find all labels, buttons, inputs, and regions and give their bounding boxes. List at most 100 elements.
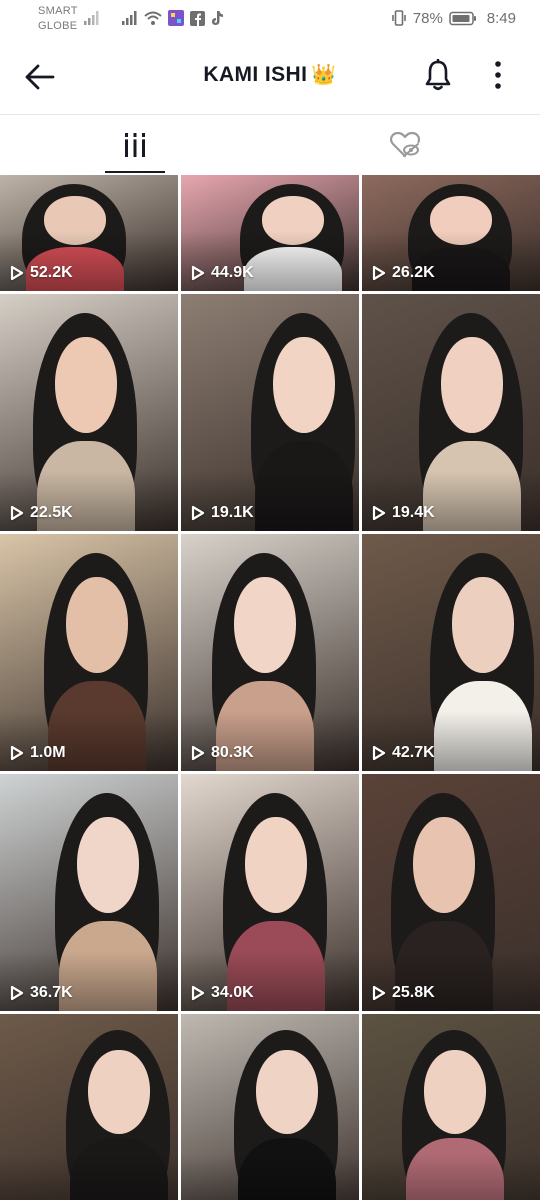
thumbnail-figure-face (88, 1050, 150, 1134)
profile-screen: SMART GLOBE 78% 8:49 KAMI ISHI 👑 52.2K 4… (0, 0, 540, 1200)
tab-videos[interactable] (0, 115, 270, 175)
video-thumbnail[interactable] (181, 1014, 359, 1200)
thumbnail-figure-face (441, 336, 503, 433)
video-thumbnail[interactable]: 22.5K (0, 294, 178, 531)
video-thumbnail[interactable]: 19.1K (181, 294, 359, 531)
carrier-line-2: GLOBE (38, 20, 78, 32)
thumbnail-figure-face (452, 576, 514, 673)
view-count-label: 80.3K (211, 744, 254, 761)
thumbnail-shade (362, 711, 540, 771)
view-count: 1.0M (10, 744, 66, 762)
video-thumbnail[interactable]: 80.3K (181, 534, 359, 771)
view-count: 22.5K (10, 504, 73, 522)
video-thumbnail[interactable]: 52.2K (0, 175, 178, 291)
thumbnail-figure-face (55, 336, 117, 433)
app-icon (168, 10, 184, 26)
view-count-label: 44.9K (211, 264, 254, 281)
profile-header: KAMI ISHI 👑 (0, 40, 540, 114)
view-count-label: 34.0K (211, 984, 254, 1001)
thumbnail-figure-face (234, 576, 296, 673)
view-count: 36.7K (10, 984, 73, 1002)
facebook-icon (190, 10, 205, 26)
tab-liked[interactable] (270, 115, 540, 175)
video-thumbnail[interactable]: 26.2K (362, 175, 540, 291)
video-thumbnail[interactable]: 1.0M (0, 534, 178, 771)
signal-icon (84, 11, 99, 25)
battery-percent: 78% (412, 9, 443, 27)
wifi-icon (144, 11, 162, 25)
tiktok-icon (212, 11, 223, 25)
thumbnail-shade (0, 1154, 178, 1200)
view-count-label: 42.7K (392, 744, 435, 761)
battery-icon (449, 11, 476, 25)
thumbnail-shade (181, 951, 359, 1011)
view-count: 25.8K (372, 984, 435, 1002)
thumbnail-shade (362, 951, 540, 1011)
bell-icon (425, 59, 451, 91)
video-thumbnail[interactable]: 19.4K (362, 294, 540, 531)
video-thumbnail[interactable]: 25.8K (362, 774, 540, 1011)
thumbnail-shade (0, 951, 178, 1011)
thumbnail-figure-face (66, 576, 128, 673)
carrier-line-1: SMART (38, 5, 78, 17)
video-grid: 52.2K 44.9K 26.2K 22.5K 19.1K 19.4K 1.0M 80.3K 4… (0, 175, 540, 1200)
play-icon (372, 265, 386, 281)
video-thumbnail[interactable] (362, 1014, 540, 1200)
view-count-label: 19.1K (211, 504, 254, 521)
view-count-label: 1.0M (30, 744, 66, 761)
thumbnail-figure-face (424, 1050, 486, 1134)
notification-bell-button[interactable] (418, 55, 458, 95)
status-bar: SMART GLOBE 78% 8:49 (0, 0, 540, 40)
video-thumbnail[interactable]: 44.9K (181, 175, 359, 291)
view-count: 42.7K (372, 744, 435, 762)
view-count: 19.1K (191, 504, 254, 522)
thumbnail-shade (0, 471, 178, 531)
thumbnail-figure-face (273, 336, 335, 433)
play-icon (10, 505, 24, 521)
thumbnail-shade (362, 471, 540, 531)
view-count: 19.4K (372, 504, 435, 522)
play-icon (10, 745, 24, 761)
grid-icon (123, 133, 147, 157)
profile-tabs (0, 115, 540, 175)
thumbnail-shade (181, 711, 359, 771)
thumbnail-shade (362, 231, 540, 291)
profile-name: KAMI ISHI (203, 63, 308, 86)
play-icon (191, 985, 205, 1001)
status-icons-left (84, 9, 225, 27)
thumbnail-figure-face (256, 1050, 318, 1134)
play-icon (372, 745, 386, 761)
more-vertical-icon (495, 61, 501, 89)
video-thumbnail[interactable]: 36.7K (0, 774, 178, 1011)
view-count-label: 26.2K (392, 264, 435, 281)
view-count: 44.9K (191, 264, 254, 282)
hidden-heart-icon (389, 131, 421, 158)
video-thumbnail[interactable] (0, 1014, 178, 1200)
play-icon (191, 265, 205, 281)
video-thumbnail[interactable]: 42.7K (362, 534, 540, 771)
play-icon (372, 985, 386, 1001)
thumbnail-figure-face (413, 816, 475, 913)
view-count: 26.2K (372, 264, 435, 282)
thumbnail-shade (181, 471, 359, 531)
play-icon (10, 985, 24, 1001)
view-count: 52.2K (10, 264, 73, 282)
page-title: KAMI ISHI 👑 (0, 62, 540, 87)
video-thumbnail[interactable]: 34.0K (181, 774, 359, 1011)
play-icon (191, 505, 205, 521)
view-count-label: 22.5K (30, 504, 73, 521)
thumbnail-figure-face (245, 816, 307, 913)
active-tab-indicator (105, 171, 165, 173)
view-count-label: 36.7K (30, 984, 73, 1001)
more-options-button[interactable] (478, 55, 518, 95)
view-count: 34.0K (191, 984, 254, 1002)
clock: 8:49 (486, 9, 516, 27)
view-count-label: 19.4K (392, 504, 435, 521)
thumbnail-shade (0, 231, 178, 291)
carrier-label: SMART GLOBE (38, 4, 78, 34)
play-icon (191, 745, 205, 761)
signal-icon (122, 11, 137, 25)
vibrate-icon (391, 10, 406, 26)
play-icon (10, 265, 24, 281)
crown-emoji: 👑 (311, 64, 337, 86)
